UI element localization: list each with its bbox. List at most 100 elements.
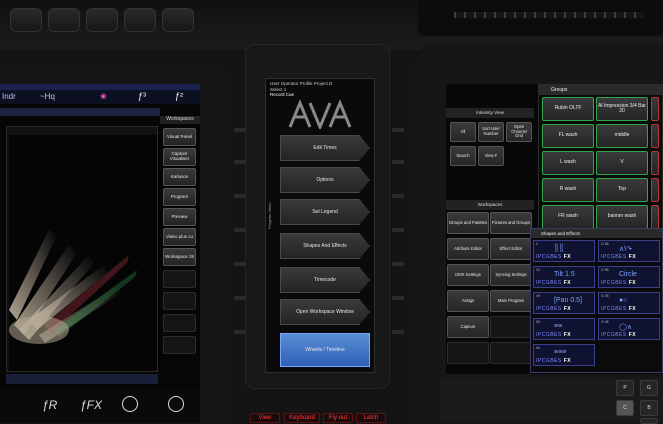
encoder-knob[interactable] bbox=[86, 8, 118, 32]
fx-r-icon[interactable]: ƒR bbox=[42, 398, 57, 412]
workspace-empty-slot[interactable] bbox=[163, 336, 196, 354]
encoder-knob[interactable] bbox=[124, 8, 156, 32]
group-button[interactable]: middle bbox=[596, 124, 648, 148]
intensity-grid-button[interactable]: Open Channel Grid bbox=[506, 122, 532, 142]
shape-effect-cell[interactable]: G 45 ◯∧ IPCGBES FX bbox=[598, 318, 660, 340]
menu-open-workspace-button[interactable]: Open Workspace Window bbox=[280, 299, 370, 325]
bezel-button[interactable] bbox=[392, 160, 404, 164]
bezel-button[interactable] bbox=[392, 330, 404, 334]
bezel-button[interactable] bbox=[392, 262, 404, 266]
attribute-editor-button[interactable]: Attribute Editor bbox=[447, 238, 489, 260]
fx-marker: FX bbox=[563, 280, 572, 286]
group-button-partial[interactable] bbox=[651, 151, 659, 175]
intensity-all-button[interactable]: All bbox=[450, 122, 476, 142]
group-button[interactable]: FL wash bbox=[542, 124, 594, 148]
workspace-empty-slot[interactable] bbox=[447, 342, 489, 364]
menu-options-button[interactable]: Options bbox=[280, 167, 370, 193]
fx-marker: FX bbox=[563, 306, 572, 312]
workspace-button[interactable]: Program bbox=[163, 188, 196, 206]
shape-effect-cell[interactable]: 64 ≡≡≡ IPCGBES FX bbox=[533, 344, 595, 366]
group-button-partial[interactable] bbox=[651, 124, 659, 148]
shape-effect-cell[interactable]: 50 ≡≡ IPCGBES FX bbox=[533, 318, 595, 340]
workspace-button[interactable]: Workspace 19 bbox=[163, 248, 196, 266]
shape-effect-cell[interactable]: G 45 ●○ IPCGBES FX bbox=[598, 292, 660, 314]
main-program-button[interactable]: Main Program bbox=[490, 290, 532, 312]
menu-edit-times-button[interactable]: Edit Times bbox=[280, 135, 370, 161]
shape-effect-cell[interactable]: 49 [Pan 0.5] IPCGBES FX bbox=[533, 292, 595, 314]
fx-marker: FX bbox=[628, 306, 637, 312]
key-c[interactable]: C bbox=[616, 400, 634, 416]
encoder-knob[interactable] bbox=[48, 8, 80, 32]
workspace-empty-slot[interactable] bbox=[490, 316, 532, 338]
menu-wheels-timeline-button[interactable]: Wheels / Timeline bbox=[280, 333, 370, 367]
circle-button-icon[interactable] bbox=[168, 396, 184, 412]
intensity-view-button[interactable]: View F bbox=[478, 146, 504, 166]
menu-set-legend-button[interactable]: Set Legend bbox=[280, 199, 370, 225]
key-p[interactable]: P bbox=[616, 380, 634, 396]
attribute-label: IPCGBES FX bbox=[601, 306, 636, 312]
group-button[interactable]: Al Impression 3/4 Bar 20 bbox=[596, 97, 648, 121]
syncing-settings-button[interactable]: Syncing Settings bbox=[490, 264, 532, 286]
group-button-partial[interactable] bbox=[651, 178, 659, 202]
workspace-empty-slot[interactable] bbox=[163, 314, 196, 332]
workspace-button[interactable]: Video plus cu bbox=[163, 228, 196, 246]
workspace-button[interactable]: Visual Panel bbox=[163, 128, 196, 146]
visualiser-view[interactable] bbox=[9, 135, 157, 371]
dmx-settings-button[interactable]: DMX Settings bbox=[447, 264, 489, 286]
group-button[interactable]: FR wash bbox=[542, 205, 594, 229]
menu-timecode-button[interactable]: Timecode bbox=[280, 267, 370, 293]
cell-number: 31 bbox=[536, 268, 540, 272]
assign-button[interactable]: Assign bbox=[447, 290, 489, 312]
top-tab[interactable]: ƒ³ bbox=[138, 91, 146, 107]
key-b[interactable]: B bbox=[640, 400, 658, 416]
key-g[interactable]: G bbox=[640, 380, 658, 396]
view-button[interactable]: View bbox=[250, 413, 280, 423]
keyboard-button[interactable]: Keyboard bbox=[284, 413, 320, 423]
shapes-effects-window: Shapes and Effects 2 ║║ IPCGBES FX G 65 ∧\↷ IP… bbox=[530, 228, 663, 373]
intensity-search-button[interactable]: Search bbox=[450, 146, 476, 166]
group-button[interactable]: V bbox=[596, 151, 648, 175]
bezel-button[interactable] bbox=[392, 228, 404, 232]
top-tab[interactable]: ~Hq bbox=[40, 92, 55, 108]
fly-out-button[interactable]: Fly-out bbox=[323, 413, 353, 423]
group-button[interactable]: R wash bbox=[542, 178, 594, 202]
circle-button-icon[interactable] bbox=[122, 396, 138, 412]
fixtures-groups-button[interactable]: Fixtures and Groups bbox=[490, 212, 532, 234]
fx-fx-icon[interactable]: ƒFX bbox=[80, 398, 102, 412]
intensity-sort-button[interactable]: Sort User Number bbox=[478, 122, 504, 142]
workspace-empty-slot[interactable] bbox=[490, 342, 532, 364]
shape-effect-cell[interactable]: 31 Tilt 1.5 IPCGBES FX bbox=[533, 266, 595, 288]
latch-button[interactable]: Latch bbox=[356, 413, 386, 423]
workspace-button[interactable]: Capture Visualiser bbox=[163, 148, 196, 166]
group-button[interactable]: L wash bbox=[542, 151, 594, 175]
menu-shapes-effects-button[interactable]: Shapes And Effects bbox=[280, 233, 370, 259]
encoder-knob[interactable] bbox=[10, 8, 42, 32]
group-button[interactable]: Top bbox=[596, 178, 648, 202]
workspace-empty-slot[interactable] bbox=[163, 292, 196, 310]
shape-effect-cell[interactable]: G 65 ∧\↷ IPCGBES FX bbox=[598, 240, 660, 262]
group-button-partial[interactable] bbox=[651, 205, 659, 229]
top-tab[interactable]: ❀ bbox=[100, 92, 107, 108]
bezel-button[interactable] bbox=[392, 296, 404, 300]
shape-effect-cell[interactable]: 2 ║║ IPCGBES FX bbox=[533, 240, 595, 262]
group-button-partial[interactable] bbox=[651, 97, 659, 121]
workspace-empty-slot[interactable] bbox=[163, 270, 196, 288]
group-button[interactable]: Rubin OLTF bbox=[542, 97, 594, 121]
shape-effect-cell[interactable]: G 65 Circle IPCGBES FX bbox=[598, 266, 660, 288]
bezel-button[interactable] bbox=[392, 128, 404, 132]
encoder-knob[interactable] bbox=[162, 8, 194, 32]
top-tab[interactable]: Indr bbox=[2, 92, 16, 108]
group-button[interactable]: banner wash bbox=[596, 205, 648, 229]
capture-button[interactable]: Capture bbox=[447, 316, 489, 338]
groups-palettes-button[interactable]: Groups and Palettes bbox=[447, 212, 489, 234]
workspace-button[interactable]: Preview bbox=[163, 208, 196, 226]
tree-item[interactable]: Record Cue bbox=[270, 92, 370, 97]
key-x[interactable] bbox=[640, 418, 658, 424]
effect-editor-button[interactable]: Effect Editor bbox=[490, 238, 532, 260]
cell-number: G 45 bbox=[601, 294, 609, 298]
bezel-button[interactable] bbox=[392, 194, 404, 198]
cell-number: 64 bbox=[536, 346, 540, 350]
top-tab[interactable]: ƒ² bbox=[175, 91, 183, 107]
workspace-button[interactable]: Karluson bbox=[163, 168, 196, 186]
cell-number: G 45 bbox=[601, 320, 609, 324]
